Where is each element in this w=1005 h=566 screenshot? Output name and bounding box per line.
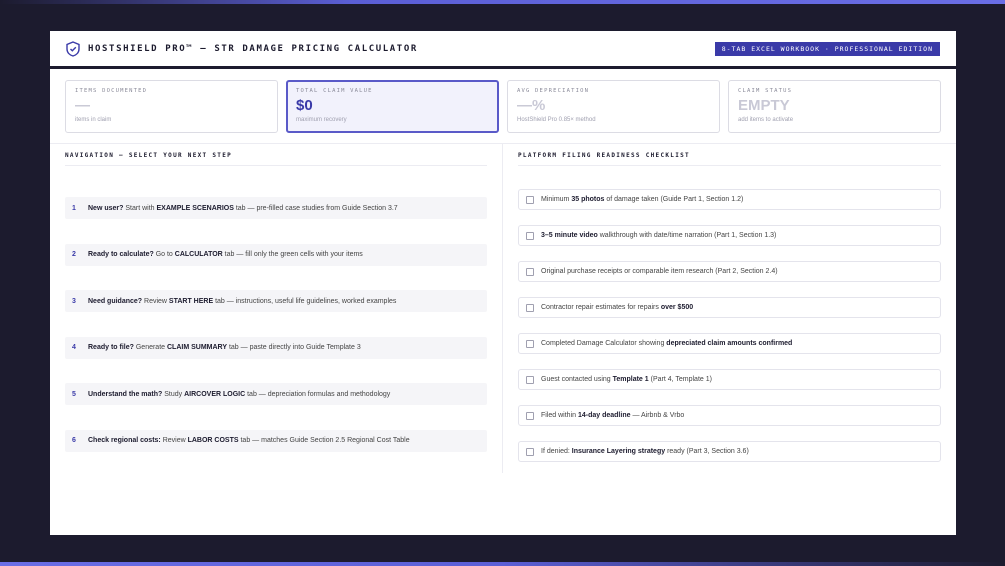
checklist-item-receipts: Original purchase receipts or comparable… xyxy=(518,261,941,282)
stat-sub: add items to activate xyxy=(738,117,794,123)
app-title: HOSTSHIELD PRO™ — STR DAMAGE PRICING CAL… xyxy=(88,43,418,54)
checklist-title: PLATFORM FILING READINESS CHECKLIST xyxy=(518,152,941,166)
top-accent-stripe xyxy=(0,0,1005,4)
checklist-item-text: If denied: Insurance Layering strategy r… xyxy=(541,448,749,455)
stat-value: — xyxy=(75,97,90,114)
navigation-list: 1 New user? Start with EXAMPLE SCENARIOS… xyxy=(65,197,487,452)
stat-sub: items in claim xyxy=(75,117,112,123)
edition-badge: 8-TAB EXCEL WORKBOOK · PROFESSIONAL EDIT… xyxy=(714,41,940,56)
stat-label: TOTAL CLAIM VALUE xyxy=(296,88,373,94)
stat-value: EMPTY xyxy=(738,97,790,114)
checkbox[interactable] xyxy=(526,411,534,420)
checklist-item-denial: If denied: Insurance Layering strategy r… xyxy=(518,441,941,462)
navigation-panel: NAVIGATION — SELECT YOUR NEXT STEP 1 New… xyxy=(50,144,503,473)
nav-step-text: Understand the math? Study AIRCOVER LOGI… xyxy=(88,390,391,398)
nav-step-text: Need guidance? Review START HERE tab — i… xyxy=(88,297,397,305)
checklist-item-text: Original purchase receipts or comparable… xyxy=(541,268,778,275)
stat-label: ITEMS DOCUMENTED xyxy=(75,88,148,94)
stat-value: —% xyxy=(517,97,546,114)
stat-claim-status: CLAIM STATUS EMPTY add items to activate xyxy=(728,80,941,133)
panels: NAVIGATION — SELECT YOUR NEXT STEP 1 New… xyxy=(50,143,956,473)
checklist-panel: PLATFORM FILING READINESS CHECKLIST Mini… xyxy=(503,144,956,473)
checkbox[interactable] xyxy=(526,195,534,204)
nav-step-number: 6 xyxy=(72,437,76,444)
stat-sub: HostShield Pro 0.85× method xyxy=(517,117,596,123)
nav-step-4[interactable]: 4 Ready to file? Generate CLAIM SUMMARY … xyxy=(65,336,487,359)
nav-step-number: 1 xyxy=(72,204,76,212)
checklist: Minimum 35 photos of damage taken (Guide… xyxy=(518,189,941,462)
nav-step-3[interactable]: 3 Need guidance? Review START HERE tab —… xyxy=(65,290,487,312)
nav-step-text: New user? Start with EXAMPLE SCENARIOS t… xyxy=(88,204,398,212)
nav-step-text: Ready to calculate? Go to CALCULATOR tab… xyxy=(88,251,363,258)
checklist-item-text: Contractor repair estimates for repairs … xyxy=(541,304,694,311)
nav-step-text: Check regional costs: Review LABOR COSTS… xyxy=(88,437,410,444)
checklist-item-text: Guest contacted using Template 1 (Part 4… xyxy=(541,376,712,383)
checkbox[interactable] xyxy=(526,375,534,384)
calculator-dashboard: HOSTSHIELD PRO™ — STR DAMAGE PRICING CAL… xyxy=(50,31,956,535)
checklist-item-estimates: Contractor repair estimates for repairs … xyxy=(518,297,941,318)
stat-avg-depreciation: AVG DEPRECIATION —% HostShield Pro 0.85×… xyxy=(507,80,720,133)
checklist-item-text: 3–5 minute video walkthrough with date/t… xyxy=(541,232,777,239)
checkbox[interactable] xyxy=(526,339,534,348)
nav-step-number: 2 xyxy=(72,251,76,258)
checkbox[interactable] xyxy=(526,447,534,456)
nav-step-number: 5 xyxy=(72,390,76,398)
shield-icon xyxy=(66,40,80,57)
nav-step-number: 4 xyxy=(72,344,76,351)
stat-sub: maximum recovery xyxy=(296,117,347,123)
nav-step-text: Ready to file? Generate CLAIM SUMMARY ta… xyxy=(88,344,361,351)
stat-label: CLAIM STATUS xyxy=(738,88,793,94)
stat-value: $0 xyxy=(296,97,313,114)
checklist-item-calculator: Completed Damage Calculator showing depr… xyxy=(518,333,941,354)
nav-step-5[interactable]: 5 Understand the math? Study AIRCOVER LO… xyxy=(65,383,487,405)
checkbox[interactable] xyxy=(526,267,534,276)
navigation-title: NAVIGATION — SELECT YOUR NEXT STEP xyxy=(65,152,487,166)
nav-step-number: 3 xyxy=(72,297,76,305)
nav-step-6[interactable]: 6 Check regional costs: Review LABOR COS… xyxy=(65,429,487,452)
checkbox[interactable] xyxy=(526,231,534,240)
checkbox[interactable] xyxy=(526,303,534,312)
stat-total-claim-value: TOTAL CLAIM VALUE $0 maximum recovery xyxy=(286,80,499,133)
checklist-item-text: Filed within 14-day deadline — Airbnb & … xyxy=(541,412,685,419)
stat-items-documented: ITEMS DOCUMENTED — items in claim xyxy=(65,80,278,133)
checklist-item-photos: Minimum 35 photos of damage taken (Guide… xyxy=(518,189,941,210)
stats-row: ITEMS DOCUMENTED — items in claim TOTAL … xyxy=(50,69,956,133)
app-header: HOSTSHIELD PRO™ — STR DAMAGE PRICING CAL… xyxy=(50,31,956,69)
nav-step-1[interactable]: 1 New user? Start with EXAMPLE SCENARIOS… xyxy=(65,197,487,219)
checklist-item-text: Minimum 35 photos of damage taken (Guide… xyxy=(541,196,744,203)
checklist-item-guest-contact: Guest contacted using Template 1 (Part 4… xyxy=(518,369,941,390)
checklist-item-video: 3–5 minute video walkthrough with date/t… xyxy=(518,225,941,246)
stat-label: AVG DEPRECIATION xyxy=(517,88,590,94)
bottom-accent-stripe xyxy=(0,562,1005,566)
nav-step-2[interactable]: 2 Ready to calculate? Go to CALCULATOR t… xyxy=(65,243,487,266)
checklist-item-text: Completed Damage Calculator showing depr… xyxy=(541,340,793,347)
checklist-item-deadline: Filed within 14-day deadline — Airbnb & … xyxy=(518,405,941,426)
